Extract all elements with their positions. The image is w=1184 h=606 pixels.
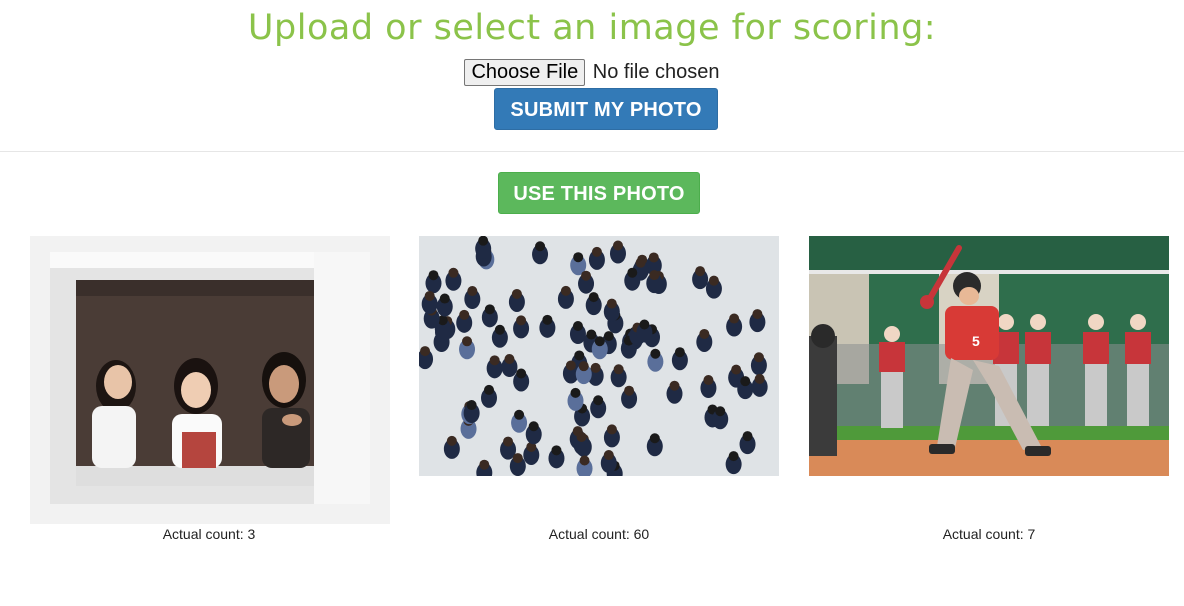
submit-photo-button[interactable]: SUBMIT MY PHOTO xyxy=(494,88,718,130)
crowd-image xyxy=(419,236,779,476)
file-status-text: No file chosen xyxy=(592,61,720,83)
file-input[interactable]: Choose File No file chosen xyxy=(0,59,1184,86)
baseball-image: 5 xyxy=(809,236,1169,476)
section-divider xyxy=(0,151,1184,152)
choose-file-button[interactable]: Choose File xyxy=(464,59,586,86)
photo-women-window[interactable] xyxy=(30,236,390,524)
svg-text:5: 5 xyxy=(972,333,980,349)
photo-caption-2: Actual count: 60 xyxy=(548,526,650,542)
women-window-image xyxy=(30,236,390,524)
photo-caption-3: Actual count: 7 xyxy=(942,526,1036,542)
photo-caption-1: Actual count: 3 xyxy=(162,526,256,542)
photo-crowd[interactable] xyxy=(419,236,779,476)
use-this-photo-button[interactable]: USE THIS PHOTO xyxy=(498,172,700,214)
photo-baseball[interactable]: 5 xyxy=(809,236,1169,476)
page-title: Upload or select an image for scoring: xyxy=(247,8,937,48)
